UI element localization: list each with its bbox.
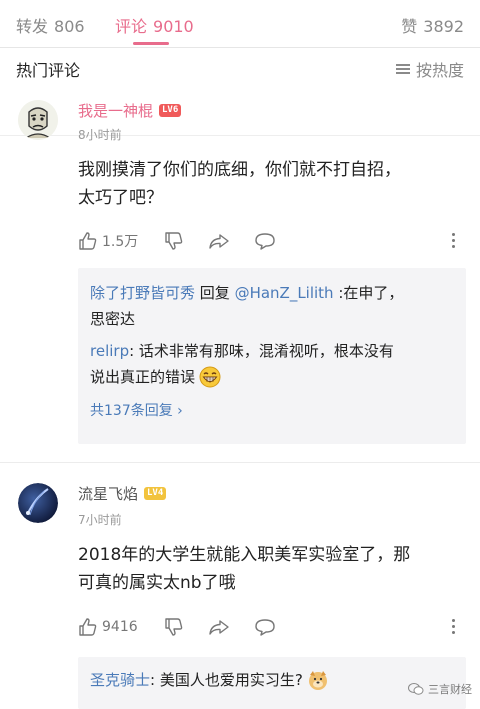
tab-like-count: 3892 [423, 17, 464, 36]
comment-time: 8小时前 [78, 128, 122, 142]
reply-item: relirp: 话术非常有那味，混淆视听，根本没有 [90, 338, 454, 364]
active-tab-indicator [133, 42, 169, 45]
doge-emoji-icon [308, 671, 327, 690]
dislike-button[interactable] [164, 617, 184, 637]
reply-item: 圣克骑士: 美国人也爱用实习生? [90, 667, 454, 693]
comment-line: 我刚摸清了你们的底细，你们就不打自招， [78, 160, 401, 180]
comment-bubble-icon [255, 619, 275, 636]
watermark-text: 三言财经 [428, 683, 472, 696]
watermark: 三言财经 [408, 681, 472, 697]
section-title: 热门评论 [16, 61, 81, 80]
comment-line: 2018年的大学生就能入职美军实验室了，那 [78, 545, 411, 565]
thumbs-down-icon [165, 232, 183, 250]
username[interactable]: 我是一神棍 LV6 [78, 100, 182, 121]
comment-content: 我刚摸清了你们的底细，你们就不打自招， 太巧了吧？ [78, 156, 468, 212]
username-text: 流星飞焰 [78, 485, 139, 503]
tab-comment[interactable]: 评论 9010 [115, 13, 194, 37]
share-button[interactable] [208, 231, 230, 251]
comment-actions: 9416 [78, 617, 468, 641]
username-text: 我是一神棍 [78, 102, 154, 120]
tab-comment-count: 9010 [153, 17, 194, 36]
section-header: 热门评论 按热度 [0, 48, 480, 136]
more-options-icon[interactable] [452, 619, 456, 635]
comment-item: 流星飞焰 LV4 7小时前 2018年的大学生就能入职美军实验室了，那 可真的属… [0, 463, 480, 709]
comment-item: 我是一神棍 LV6 8小时前 我刚摸清了你们的底细，你们就不打自招， 太巧了吧？… [0, 88, 480, 460]
comment-bubble-icon [255, 233, 275, 250]
reply-username[interactable]: 圣克骑士 [90, 671, 150, 689]
top-tabs: 转发 806 评论 9010 赞 3892 [0, 0, 480, 48]
reply-button[interactable] [254, 231, 276, 251]
comment-actions: 1.5万 [78, 231, 468, 255]
avatar-meteor-icon [18, 483, 58, 523]
reply-text: : 话术非常有那味，混淆视听，根本没有 [129, 342, 394, 360]
share-button[interactable] [208, 617, 230, 637]
reply-mention[interactable]: @HanZ_Lilith [235, 284, 334, 302]
comment-content: 2018年的大学生就能入职美军实验室了，那 可真的属实太nb了哦 [78, 541, 468, 597]
more-options-icon[interactable] [452, 233, 456, 249]
tab-repost-label: 转发 [16, 17, 49, 36]
tab-repost-count: 806 [54, 17, 85, 36]
avatar[interactable] [18, 483, 58, 523]
share-icon [209, 620, 229, 635]
grin-emoji-icon [199, 366, 221, 388]
comment-line: 可真的属实太nb了哦 [78, 573, 236, 593]
sort-label: 按热度 [415, 61, 464, 80]
tab-like[interactable]: 赞 3892 [401, 13, 464, 37]
avatar[interactable] [18, 100, 58, 140]
list-icon [395, 63, 410, 75]
reply-text-cont: 说出真正的错误 [90, 368, 196, 386]
tab-repost[interactable]: 转发 806 [16, 13, 85, 37]
wechat-icon [408, 683, 424, 695]
reply-connector: 回复 [195, 284, 235, 302]
reply-item-cont: 说出真正的错误 [90, 364, 454, 390]
reply-button[interactable] [254, 617, 276, 637]
tab-like-label: 赞 [401, 17, 418, 36]
reply-text: :在申了， [333, 284, 404, 302]
thumbs-down-icon [165, 618, 183, 636]
avatar-face-icon [18, 100, 58, 140]
reply-username[interactable]: 除了打野皆可秀 [90, 284, 195, 302]
share-icon [209, 234, 229, 249]
like-count: 9416 [102, 619, 138, 635]
thumbs-up-icon [79, 618, 97, 636]
comment-time: 7小时前 [78, 513, 122, 527]
reply-username[interactable]: relirp [90, 342, 129, 360]
dislike-button[interactable] [164, 231, 184, 251]
reply-text: : 美国人也爱用实习生? [150, 671, 303, 689]
like-button[interactable]: 1.5万 [78, 231, 138, 251]
view-all-replies-link[interactable]: 共137条回复 › [90, 400, 454, 420]
like-count: 1.5万 [102, 234, 139, 250]
comment-line: 太巧了吧？ [78, 188, 163, 208]
reply-text-cont: 思密达 [90, 310, 136, 328]
reply-box: 除了打野皆可秀 回复 @HanZ_Lilith :在申了， 思密达 relirp… [78, 268, 466, 444]
username[interactable]: 流星飞焰 LV4 [78, 483, 167, 504]
reply-item: 除了打野皆可秀 回复 @HanZ_Lilith :在申了， [90, 280, 454, 306]
thumbs-up-icon [79, 232, 97, 250]
sort-button[interactable]: 按热度 [395, 57, 464, 81]
level-badge: LV4 [144, 487, 167, 500]
tab-comment-label: 评论 [115, 17, 148, 36]
level-badge: LV6 [159, 104, 182, 117]
like-button[interactable]: 9416 [78, 617, 138, 637]
